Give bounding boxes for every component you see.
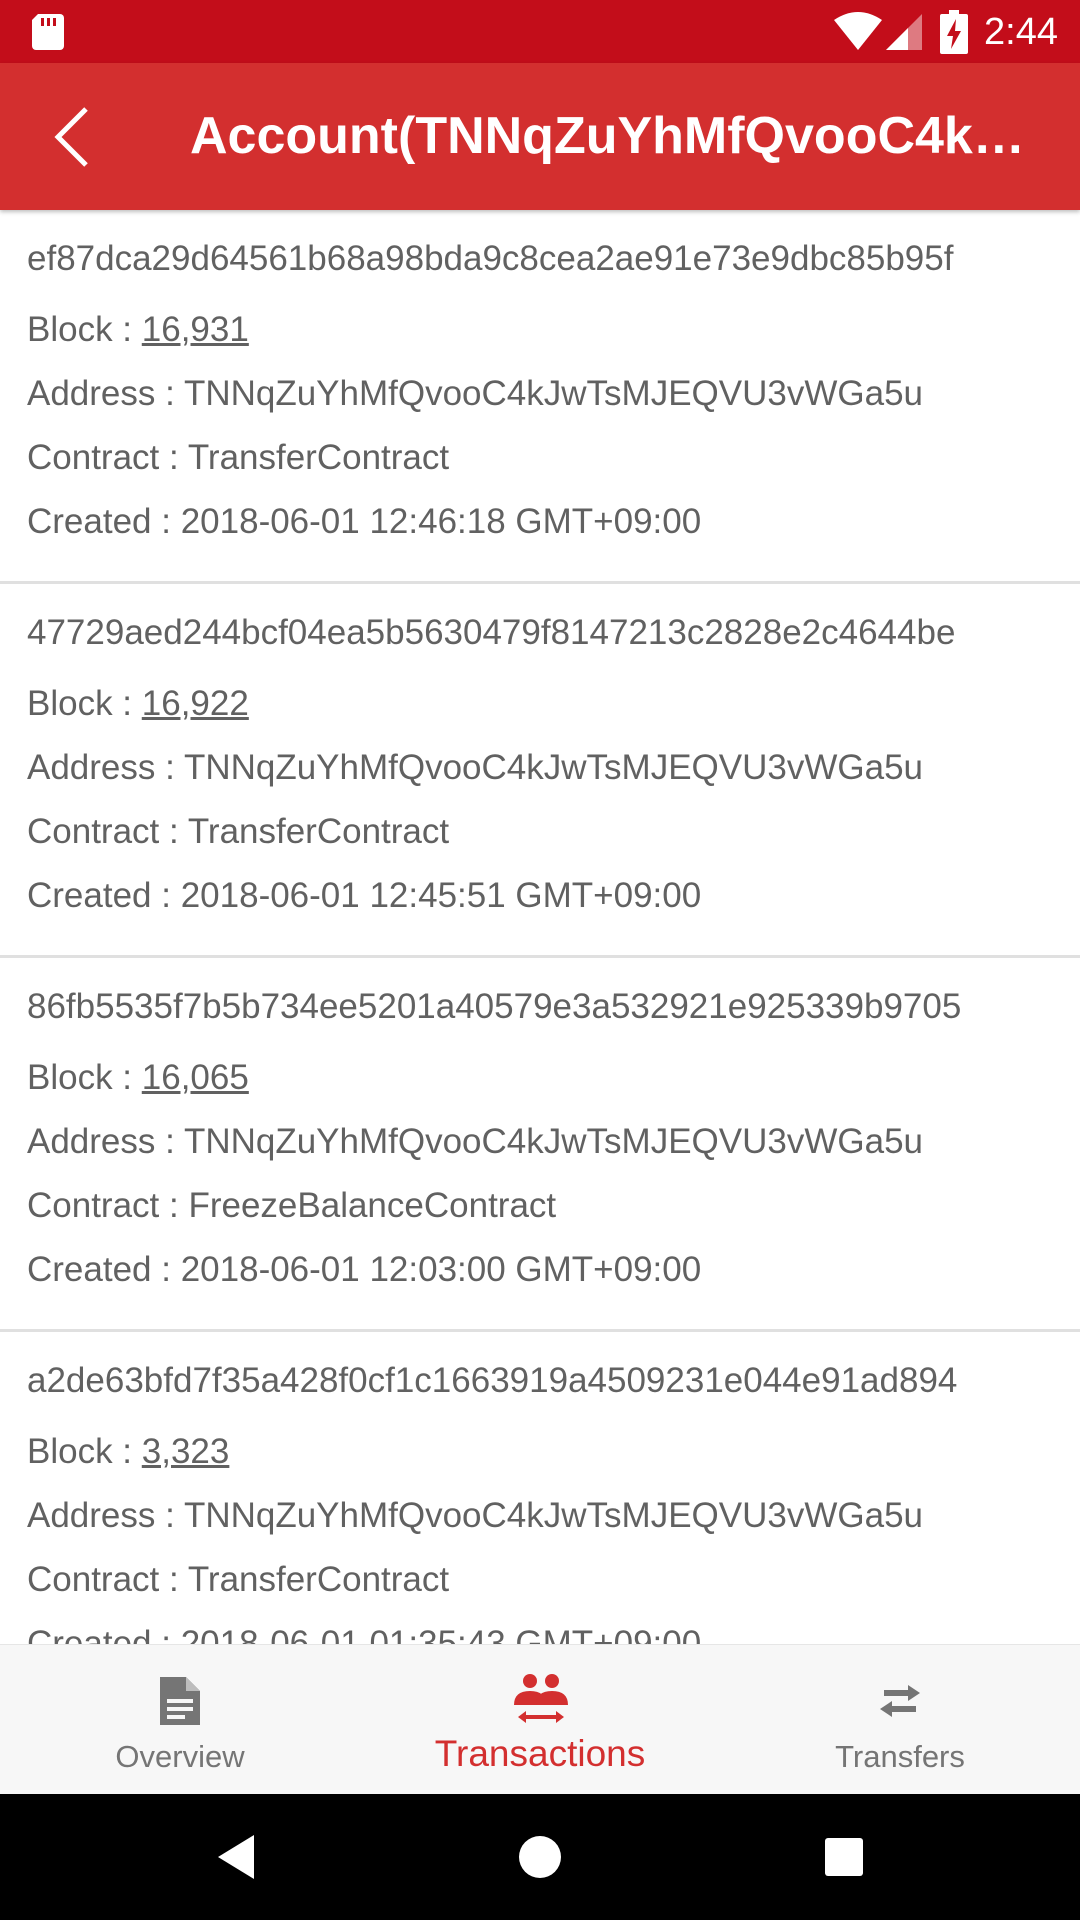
- block-label: Block :: [27, 310, 142, 349]
- block-row: Block : 16,922: [27, 672, 1052, 736]
- block-label: Block :: [27, 684, 142, 723]
- battery-charging-icon: [940, 10, 968, 54]
- address-value: TNNqZuYhMfQvooC4kJwTsMJEQVU3vWGa5u: [183, 1496, 924, 1535]
- block-row: Block : 16,931: [27, 298, 1052, 362]
- system-recents-button[interactable]: [814, 1827, 874, 1887]
- transaction-item[interactable]: 47729aed244bcf04ea5b5630479f8147213c2828…: [0, 584, 1080, 958]
- page-title: Account(TNNqZuYhMfQvooC4kJwTsMJEQVU3vWGa…: [190, 107, 1050, 165]
- created-label: Created :: [27, 1250, 181, 1289]
- contract-row: Contract : FreezeBalanceContract: [27, 1174, 1052, 1238]
- address-row: Address : TNNqZuYhMfQvooC4kJwTsMJEQVU3vW…: [27, 1110, 1052, 1174]
- transaction-hash: 47729aed244bcf04ea5b5630479f8147213c2828…: [27, 613, 956, 652]
- address-value: TNNqZuYhMfQvooC4kJwTsMJEQVU3vWGa5u: [183, 748, 924, 787]
- transaction-hash: a2de63bfd7f35a428f0cf1c1663919a4509231e0…: [27, 1361, 958, 1400]
- address-value: TNNqZuYhMfQvooC4kJwTsMJEQVU3vWGa5u: [183, 374, 924, 413]
- address-label: Address :: [27, 748, 184, 787]
- address-label: Address :: [27, 1496, 184, 1535]
- created-value: 2018-06-01 12:46:18 GMT+09:00: [180, 502, 702, 541]
- recents-square-icon: [825, 1838, 863, 1876]
- block-link[interactable]: 3,323: [142, 1432, 230, 1471]
- contract-label: Contract :: [27, 812, 188, 851]
- block-link[interactable]: 16,065: [142, 1058, 249, 1097]
- contract-label: Contract :: [27, 438, 188, 477]
- system-home-button[interactable]: [510, 1827, 570, 1887]
- nav-label-overview: Overview: [115, 1739, 245, 1774]
- transaction-item[interactable]: 86fb5535f7b5b734ee5201a40579e3a532921e92…: [0, 958, 1080, 1332]
- created-label: Created :: [27, 502, 181, 541]
- transaction-item[interactable]: a2de63bfd7f35a428f0cf1c1663919a4509231e0…: [0, 1332, 1080, 1644]
- nav-label-transfers: Transfers: [835, 1739, 965, 1774]
- address-label: Address :: [27, 374, 184, 413]
- transaction-hash: 86fb5535f7b5b734ee5201a40579e3a532921e92…: [27, 987, 962, 1026]
- contract-label: Contract :: [27, 1186, 189, 1225]
- contract-value: FreezeBalanceContract: [188, 1186, 557, 1225]
- document-icon: [160, 1677, 200, 1725]
- nav-item-transactions[interactable]: Transactions: [360, 1645, 720, 1795]
- bottom-navigation: Overview Transactions Transfers: [0, 1644, 1080, 1795]
- back-triangle-icon: [218, 1835, 254, 1879]
- created-label: Created :: [27, 1624, 181, 1644]
- system-navigation-bar: [0, 1794, 1080, 1920]
- transaction-list[interactable]: ef87dca29d64561b68a98bda9c8cea2ae91e73e9…: [0, 210, 1080, 1644]
- status-bar: 2:44: [0, 0, 1080, 63]
- created-row: Created : 2018-06-01 12:03:00 GMT+09:00: [27, 1238, 1052, 1302]
- block-link[interactable]: 16,922: [142, 684, 249, 723]
- home-circle-icon: [519, 1836, 561, 1878]
- back-button[interactable]: [36, 101, 108, 173]
- created-label: Created :: [27, 876, 181, 915]
- contract-value: TransferContract: [187, 1560, 450, 1599]
- address-row: Address : TNNqZuYhMfQvooC4kJwTsMJEQVU3vW…: [27, 736, 1052, 800]
- created-value: 2018-06-01 12:45:51 GMT+09:00: [180, 876, 702, 915]
- cell-signal-icon: [886, 14, 922, 50]
- block-link[interactable]: 16,931: [142, 310, 249, 349]
- people-exchange-icon: [514, 1674, 568, 1723]
- contract-row: Contract : TransferContract: [27, 800, 1052, 864]
- block-label: Block :: [27, 1432, 142, 1471]
- address-label: Address :: [27, 1122, 184, 1161]
- contract-value: TransferContract: [187, 438, 450, 477]
- wifi-icon: [834, 12, 882, 50]
- sd-card-icon: [32, 14, 64, 50]
- transaction-item[interactable]: ef87dca29d64561b68a98bda9c8cea2ae91e73e9…: [0, 210, 1080, 584]
- contract-row: Contract : TransferContract: [27, 1548, 1052, 1612]
- created-row: Created : 2018-06-01 01:35:43 GMT+09:00: [27, 1612, 1052, 1644]
- block-row: Block : 3,323: [27, 1420, 1052, 1484]
- system-back-button[interactable]: [206, 1827, 266, 1887]
- nav-label-transactions: Transactions: [434, 1733, 646, 1774]
- nav-item-transfers[interactable]: Transfers: [720, 1645, 1080, 1795]
- block-label: Block :: [27, 1058, 142, 1097]
- created-row: Created : 2018-06-01 12:45:51 GMT+09:00: [27, 864, 1052, 928]
- created-value: 2018-06-01 12:03:00 GMT+09:00: [180, 1250, 702, 1289]
- address-row: Address : TNNqZuYhMfQvooC4kJwTsMJEQVU3vW…: [27, 1484, 1052, 1548]
- address-value: TNNqZuYhMfQvooC4kJwTsMJEQVU3vWGa5u: [183, 1122, 924, 1161]
- contract-value: TransferContract: [187, 812, 450, 851]
- contract-label: Contract :: [27, 1560, 188, 1599]
- contract-row: Contract : TransferContract: [27, 426, 1052, 490]
- created-row: Created : 2018-06-01 12:46:18 GMT+09:00: [27, 490, 1052, 554]
- app-bar: Account(TNNqZuYhMfQvooC4kJwTsMJEQVU3vWGa…: [0, 63, 1080, 210]
- block-row: Block : 16,065: [27, 1046, 1052, 1110]
- swap-arrows-icon: [880, 1685, 920, 1717]
- arrow-back-icon: [54, 107, 88, 167]
- status-clock: 2:44: [984, 11, 1058, 53]
- created-value: 2018-06-01 01:35:43 GMT+09:00: [180, 1624, 702, 1644]
- address-row: Address : TNNqZuYhMfQvooC4kJwTsMJEQVU3vW…: [27, 362, 1052, 426]
- transaction-hash: ef87dca29d64561b68a98bda9c8cea2ae91e73e9…: [27, 239, 954, 278]
- nav-item-overview[interactable]: Overview: [0, 1645, 360, 1795]
